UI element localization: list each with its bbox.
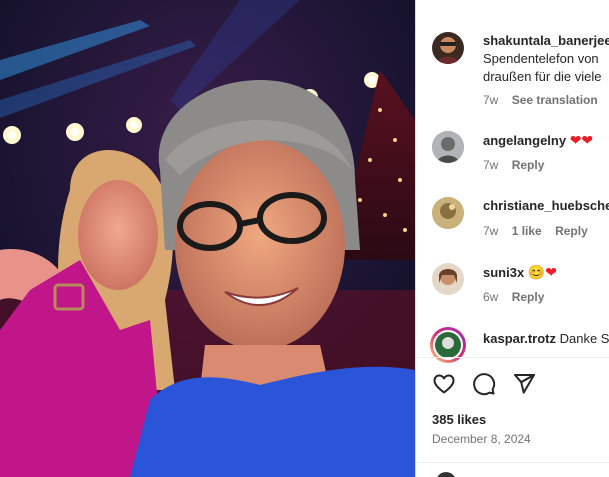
comment-username[interactable]: kaspar.trotz bbox=[483, 331, 556, 346]
post-date: December 8, 2024 bbox=[432, 432, 531, 446]
comment-username[interactable]: christiane_huebscher bbox=[483, 198, 609, 213]
reply-button[interactable]: Reply bbox=[555, 224, 588, 238]
avatar bbox=[436, 472, 456, 477]
comment-username[interactable]: suni3x bbox=[483, 265, 524, 280]
comment-time: 6w bbox=[483, 290, 499, 304]
avatar[interactable] bbox=[432, 131, 464, 163]
paper-plane-icon[interactable] bbox=[512, 372, 536, 396]
heart-outline-icon[interactable] bbox=[432, 372, 456, 396]
avatar[interactable] bbox=[432, 197, 464, 229]
divider bbox=[416, 462, 609, 463]
comment-text: ❤❤ bbox=[569, 132, 594, 148]
comment-text: Danke S bbox=[559, 331, 609, 346]
avatar[interactable] bbox=[432, 263, 464, 295]
reply-button[interactable]: Reply bbox=[512, 290, 545, 304]
post-photo[interactable] bbox=[0, 0, 415, 477]
comment-time: 7w bbox=[483, 93, 499, 107]
speech-bubble-icon[interactable] bbox=[472, 372, 496, 396]
comment-username[interactable]: angelangelny bbox=[483, 133, 566, 148]
comment-username[interactable]: shakuntala_banerjee bbox=[483, 33, 609, 48]
comment-text: 😊❤ bbox=[527, 264, 557, 280]
comment-text-line: Spendentelefon von bbox=[483, 51, 599, 66]
avatar[interactable] bbox=[432, 32, 464, 64]
comment-time: 7w bbox=[483, 158, 499, 172]
comment-time: 7w bbox=[483, 224, 499, 238]
selfie-image bbox=[0, 0, 415, 477]
reply-button[interactable]: Reply bbox=[512, 158, 545, 172]
comment-text-line: draußen für die viele bbox=[483, 69, 602, 84]
comment-likes-count[interactable]: 1 like bbox=[512, 224, 542, 238]
see-translation-button[interactable]: See translation bbox=[512, 93, 598, 107]
divider bbox=[416, 357, 609, 358]
likes-count[interactable]: 385 likes bbox=[432, 412, 486, 427]
comments-panel: shakuntala_banerjee Spendentelefon von d… bbox=[415, 0, 609, 477]
